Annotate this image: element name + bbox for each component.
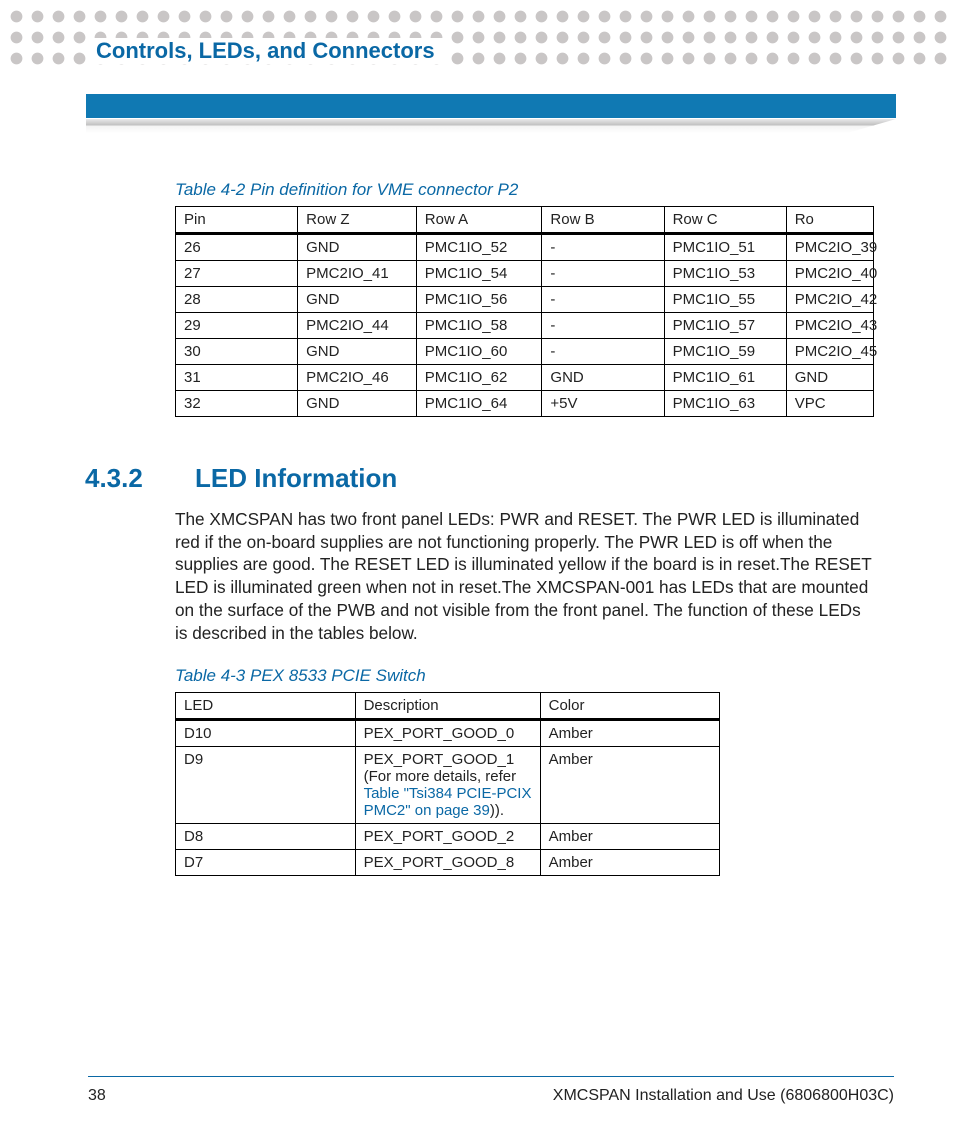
page-number: 38: [88, 1087, 106, 1105]
table-4-3-caption: Table 4-3 PEX 8533 PCIE Switch: [175, 666, 874, 686]
section-number: 4.3.2: [85, 463, 155, 494]
table-cell: PMC1IO_61: [664, 365, 786, 391]
table-cell: D10: [176, 720, 356, 747]
table-cell: PMC2IO_46: [298, 365, 417, 391]
table-cell: PMC2IO_40: [786, 261, 873, 287]
table-cell: PEX_PORT_GOOD_0: [355, 720, 540, 747]
table-cell: Amber: [540, 850, 720, 876]
table-row: D9PEX_PORT_GOOD_1 (For more details, ref…: [176, 747, 720, 824]
table-cell: D7: [176, 850, 356, 876]
table-cell: GND: [298, 391, 417, 417]
table-header-cell: Row Z: [298, 207, 417, 234]
table-header-cell: Row A: [416, 207, 542, 234]
table-header-cell: LED: [176, 693, 356, 720]
table-cell: PMC1IO_63: [664, 391, 786, 417]
table-cell: -: [542, 234, 664, 261]
table-cell: GND: [298, 339, 417, 365]
table-cell: D9: [176, 747, 356, 824]
table-cell: -: [542, 339, 664, 365]
table-header-cell: Description: [355, 693, 540, 720]
table-cell: PMC1IO_59: [664, 339, 786, 365]
section-body: The XMCSPAN has two front panel LEDs: PW…: [175, 508, 874, 644]
table-cell: PMC1IO_58: [416, 313, 542, 339]
table-cell: PMC2IO_45: [786, 339, 873, 365]
table-row: 26GNDPMC1IO_52-PMC1IO_51PMC2IO_39: [176, 234, 874, 261]
table-cell: PMC1IO_62: [416, 365, 542, 391]
table-4-2: PinRow ZRow ARow BRow CRo 26GNDPMC1IO_52…: [175, 206, 874, 417]
table-cell: 27: [176, 261, 298, 287]
table-cell: PEX_PORT_GOOD_1 (For more details, refer…: [355, 747, 540, 824]
footer-rule: [88, 1076, 894, 1077]
table-cell: PMC2IO_41: [298, 261, 417, 287]
table-cell: PEX_PORT_GOOD_2: [355, 824, 540, 850]
table-cell: PEX_PORT_GOOD_8: [355, 850, 540, 876]
table-cell: GND: [298, 234, 417, 261]
table-row: 28GNDPMC1IO_56-PMC1IO_55PMC2IO_42: [176, 287, 874, 313]
table-row: D10PEX_PORT_GOOD_0Amber: [176, 720, 720, 747]
table-cell: PMC1IO_57: [664, 313, 786, 339]
table-row: D8PEX_PORT_GOOD_2Amber: [176, 824, 720, 850]
cross-reference-link[interactable]: Table "Tsi384 PCIE-PCIX PMC2" on page 39: [364, 785, 532, 819]
table-cell: PMC1IO_53: [664, 261, 786, 287]
table-cell: PMC2IO_43: [786, 313, 873, 339]
table-header-cell: Pin: [176, 207, 298, 234]
table-cell: Amber: [540, 824, 720, 850]
table-cell: 31: [176, 365, 298, 391]
table-header-cell: Row C: [664, 207, 786, 234]
table-cell: GND: [298, 287, 417, 313]
table-cell: PMC1IO_55: [664, 287, 786, 313]
table-4-2-caption: Table 4-2 Pin definition for VME connect…: [175, 180, 874, 200]
table-cell: PMC1IO_60: [416, 339, 542, 365]
table-header-cell: Row B: [542, 207, 664, 234]
table-cell: 32: [176, 391, 298, 417]
table-cell: PMC1IO_64: [416, 391, 542, 417]
table-cell: PMC1IO_51: [664, 234, 786, 261]
table-cell: Amber: [540, 747, 720, 824]
table-cell: -: [542, 313, 664, 339]
table-row: D7PEX_PORT_GOOD_8Amber: [176, 850, 720, 876]
table-cell: D8: [176, 824, 356, 850]
table-cell: -: [542, 261, 664, 287]
table-cell: GND: [786, 365, 873, 391]
table-row: 31PMC2IO_46PMC1IO_62GNDPMC1IO_61GND: [176, 365, 874, 391]
section-title: LED Information: [195, 463, 397, 494]
table-header-cell: Ro: [786, 207, 873, 234]
table-cell: PMC1IO_56: [416, 287, 542, 313]
table-cell: VPC: [786, 391, 873, 417]
chapter-title: Controls, LEDs, and Connectors: [88, 38, 443, 64]
table-row: 27PMC2IO_41PMC1IO_54-PMC1IO_53PMC2IO_40: [176, 261, 874, 287]
table-cell: 29: [176, 313, 298, 339]
doc-id: XMCSPAN Installation and Use (6806800H03…: [553, 1087, 894, 1105]
table-cell: 28: [176, 287, 298, 313]
table-cell: 26: [176, 234, 298, 261]
table-header-cell: Color: [540, 693, 720, 720]
table-cell: PMC1IO_52: [416, 234, 542, 261]
table-cell: PMC2IO_42: [786, 287, 873, 313]
table-cell: +5V: [542, 391, 664, 417]
table-row: 29PMC2IO_44PMC1IO_58-PMC1IO_57PMC2IO_43: [176, 313, 874, 339]
table-4-3: LEDDescriptionColor D10PEX_PORT_GOOD_0Am…: [175, 692, 720, 876]
table-row: 32GNDPMC1IO_64+5VPMC1IO_63VPC: [176, 391, 874, 417]
table-cell: 30: [176, 339, 298, 365]
table-cell: -: [542, 287, 664, 313]
table-cell: PMC1IO_54: [416, 261, 542, 287]
table-row: 30GNDPMC1IO_60-PMC1IO_59PMC2IO_45: [176, 339, 874, 365]
table-cell: Amber: [540, 720, 720, 747]
header-divider: [86, 94, 896, 124]
table-cell: GND: [542, 365, 664, 391]
table-cell: PMC2IO_44: [298, 313, 417, 339]
table-cell: PMC2IO_39: [786, 234, 873, 261]
